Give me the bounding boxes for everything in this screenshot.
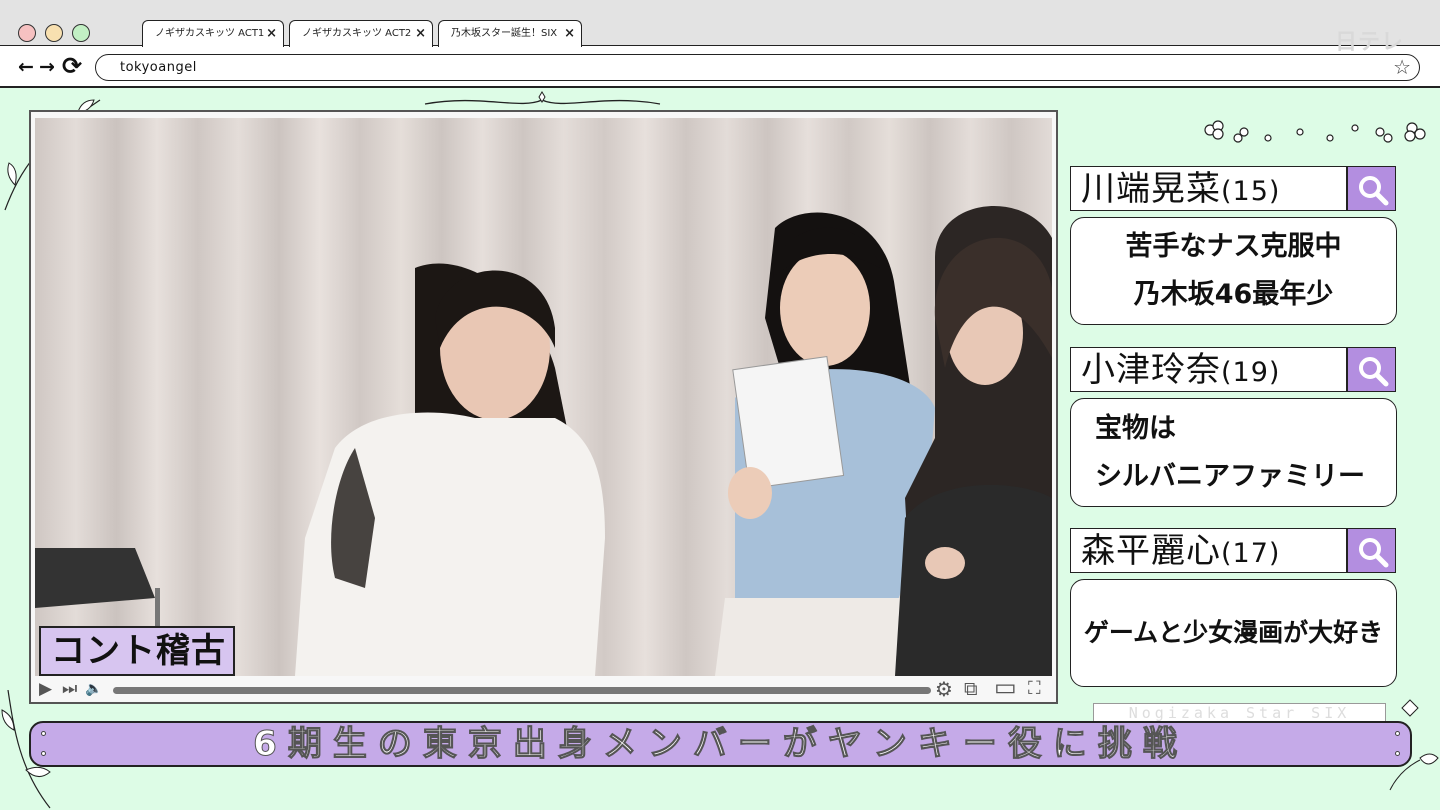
tab-close-icon[interactable]: ×	[564, 21, 575, 46]
player-controls: ▶ ⏭ 🔈 ⚙ ⧉ ▭ ⛶	[31, 675, 1056, 702]
member-info-line: 乃木坂46最年少	[1133, 279, 1334, 310]
tab-label: 乃木坂スター誕生！SIX	[451, 28, 558, 39]
window-maximize-button[interactable]	[72, 24, 90, 42]
video-frame[interactable]: コント稽古	[35, 118, 1052, 676]
browser-chrome: ノギザカスキッツ ACT1 × ノギザカスキッツ ACT2 × 乃木坂スター誕生…	[0, 0, 1440, 88]
fullscreen-icon[interactable]: ⛶	[1028, 678, 1041, 700]
member-info-box: 宝物は シルバニアファミリー	[1070, 398, 1397, 507]
search-button[interactable]	[1347, 166, 1396, 211]
search-icon	[1359, 176, 1389, 206]
member-name: 森平麗心	[1081, 531, 1221, 571]
volume-icon[interactable]: 🔈	[85, 678, 102, 700]
network-logo: 日テレ	[1334, 30, 1404, 55]
tab-close-icon[interactable]: ×	[266, 21, 277, 46]
play-icon[interactable]: ▶	[39, 678, 52, 700]
member-info-line: ゲームと少女漫画が大好き	[1083, 618, 1384, 647]
tab-act1[interactable]: ノギザカスキッツ ACT1 ×	[142, 20, 284, 47]
miniplayer-icon[interactable]: ⧉	[964, 678, 978, 700]
tab-label: ノギザカスキッツ ACT2	[302, 28, 412, 39]
bookmark-star-icon[interactable]: ☆	[1393, 54, 1411, 80]
show-tag: Nogizaka Star SIX	[1093, 703, 1386, 723]
video-scene-image	[35, 206, 1052, 676]
member-info-line: 苦手なナス克服中	[1125, 231, 1342, 262]
headline-text: 6期生の東京出身メンバーがヤンキー役に挑戦	[253, 724, 1188, 765]
member-info-line: シルバニアファミリー	[1095, 460, 1365, 492]
video-player[interactable]: コント稽古 ▶ ⏭ 🔈 ⚙ ⧉ ▭ ⛶	[29, 110, 1058, 704]
member-name-box: 森平麗心(17)	[1070, 528, 1347, 573]
address-bar[interactable]: tokyoangel ☆	[95, 54, 1420, 81]
tab-star-six[interactable]: 乃木坂スター誕生！SIX ×	[438, 20, 582, 47]
banner-rivet-icon	[41, 751, 46, 756]
member-name-box: 川端晃菜(15)	[1070, 166, 1347, 211]
banner-rivet-icon	[1395, 731, 1400, 736]
headline-banner: 6期生の東京出身メンバーがヤンキー役に挑戦	[29, 721, 1412, 767]
search-icon	[1359, 357, 1389, 387]
member-name: 川端晃菜	[1081, 169, 1221, 209]
seek-bar[interactable]	[113, 687, 931, 694]
search-button[interactable]	[1347, 347, 1396, 392]
member-name-box: 小津玲奈(19)	[1070, 347, 1347, 392]
member-name: 小津玲奈	[1081, 350, 1221, 390]
member-info-box: ゲームと少女漫画が大好き	[1070, 579, 1397, 687]
flower-row-decoration-icon	[1204, 120, 1426, 143]
member-age: (15)	[1221, 176, 1281, 207]
banner-rivet-icon	[41, 731, 46, 736]
window-minimize-button[interactable]	[45, 24, 63, 42]
tab-label: ノギザカスキッツ ACT1	[155, 28, 265, 39]
member-info-box: 苦手なナス克服中 乃木坂46最年少	[1070, 217, 1397, 325]
reload-icon[interactable]: ⟳	[62, 54, 82, 78]
forward-icon[interactable]: →	[39, 54, 55, 80]
theater-mode-icon[interactable]: ▭	[994, 675, 1017, 699]
tab-close-icon[interactable]: ×	[415, 21, 426, 46]
member-age: (19)	[1221, 357, 1281, 388]
tab-strip: ノギザカスキッツ ACT1 × ノギザカスキッツ ACT2 × 乃木坂スター誕生…	[0, 0, 1440, 55]
member-age: (17)	[1221, 538, 1281, 569]
window-close-button[interactable]	[18, 24, 36, 42]
back-icon[interactable]: ←	[18, 54, 34, 80]
search-button[interactable]	[1347, 528, 1396, 573]
skip-next-icon[interactable]: ⏭	[62, 678, 77, 700]
url-text[interactable]: tokyoangel	[120, 55, 197, 80]
video-caption: コント稽古	[39, 626, 235, 676]
banner-rivet-icon	[1395, 751, 1400, 756]
tab-act2[interactable]: ノギザカスキッツ ACT2 ×	[289, 20, 433, 47]
search-icon	[1359, 538, 1389, 568]
member-info-line: 宝物は	[1095, 412, 1176, 444]
settings-gear-icon[interactable]: ⚙	[935, 678, 953, 700]
